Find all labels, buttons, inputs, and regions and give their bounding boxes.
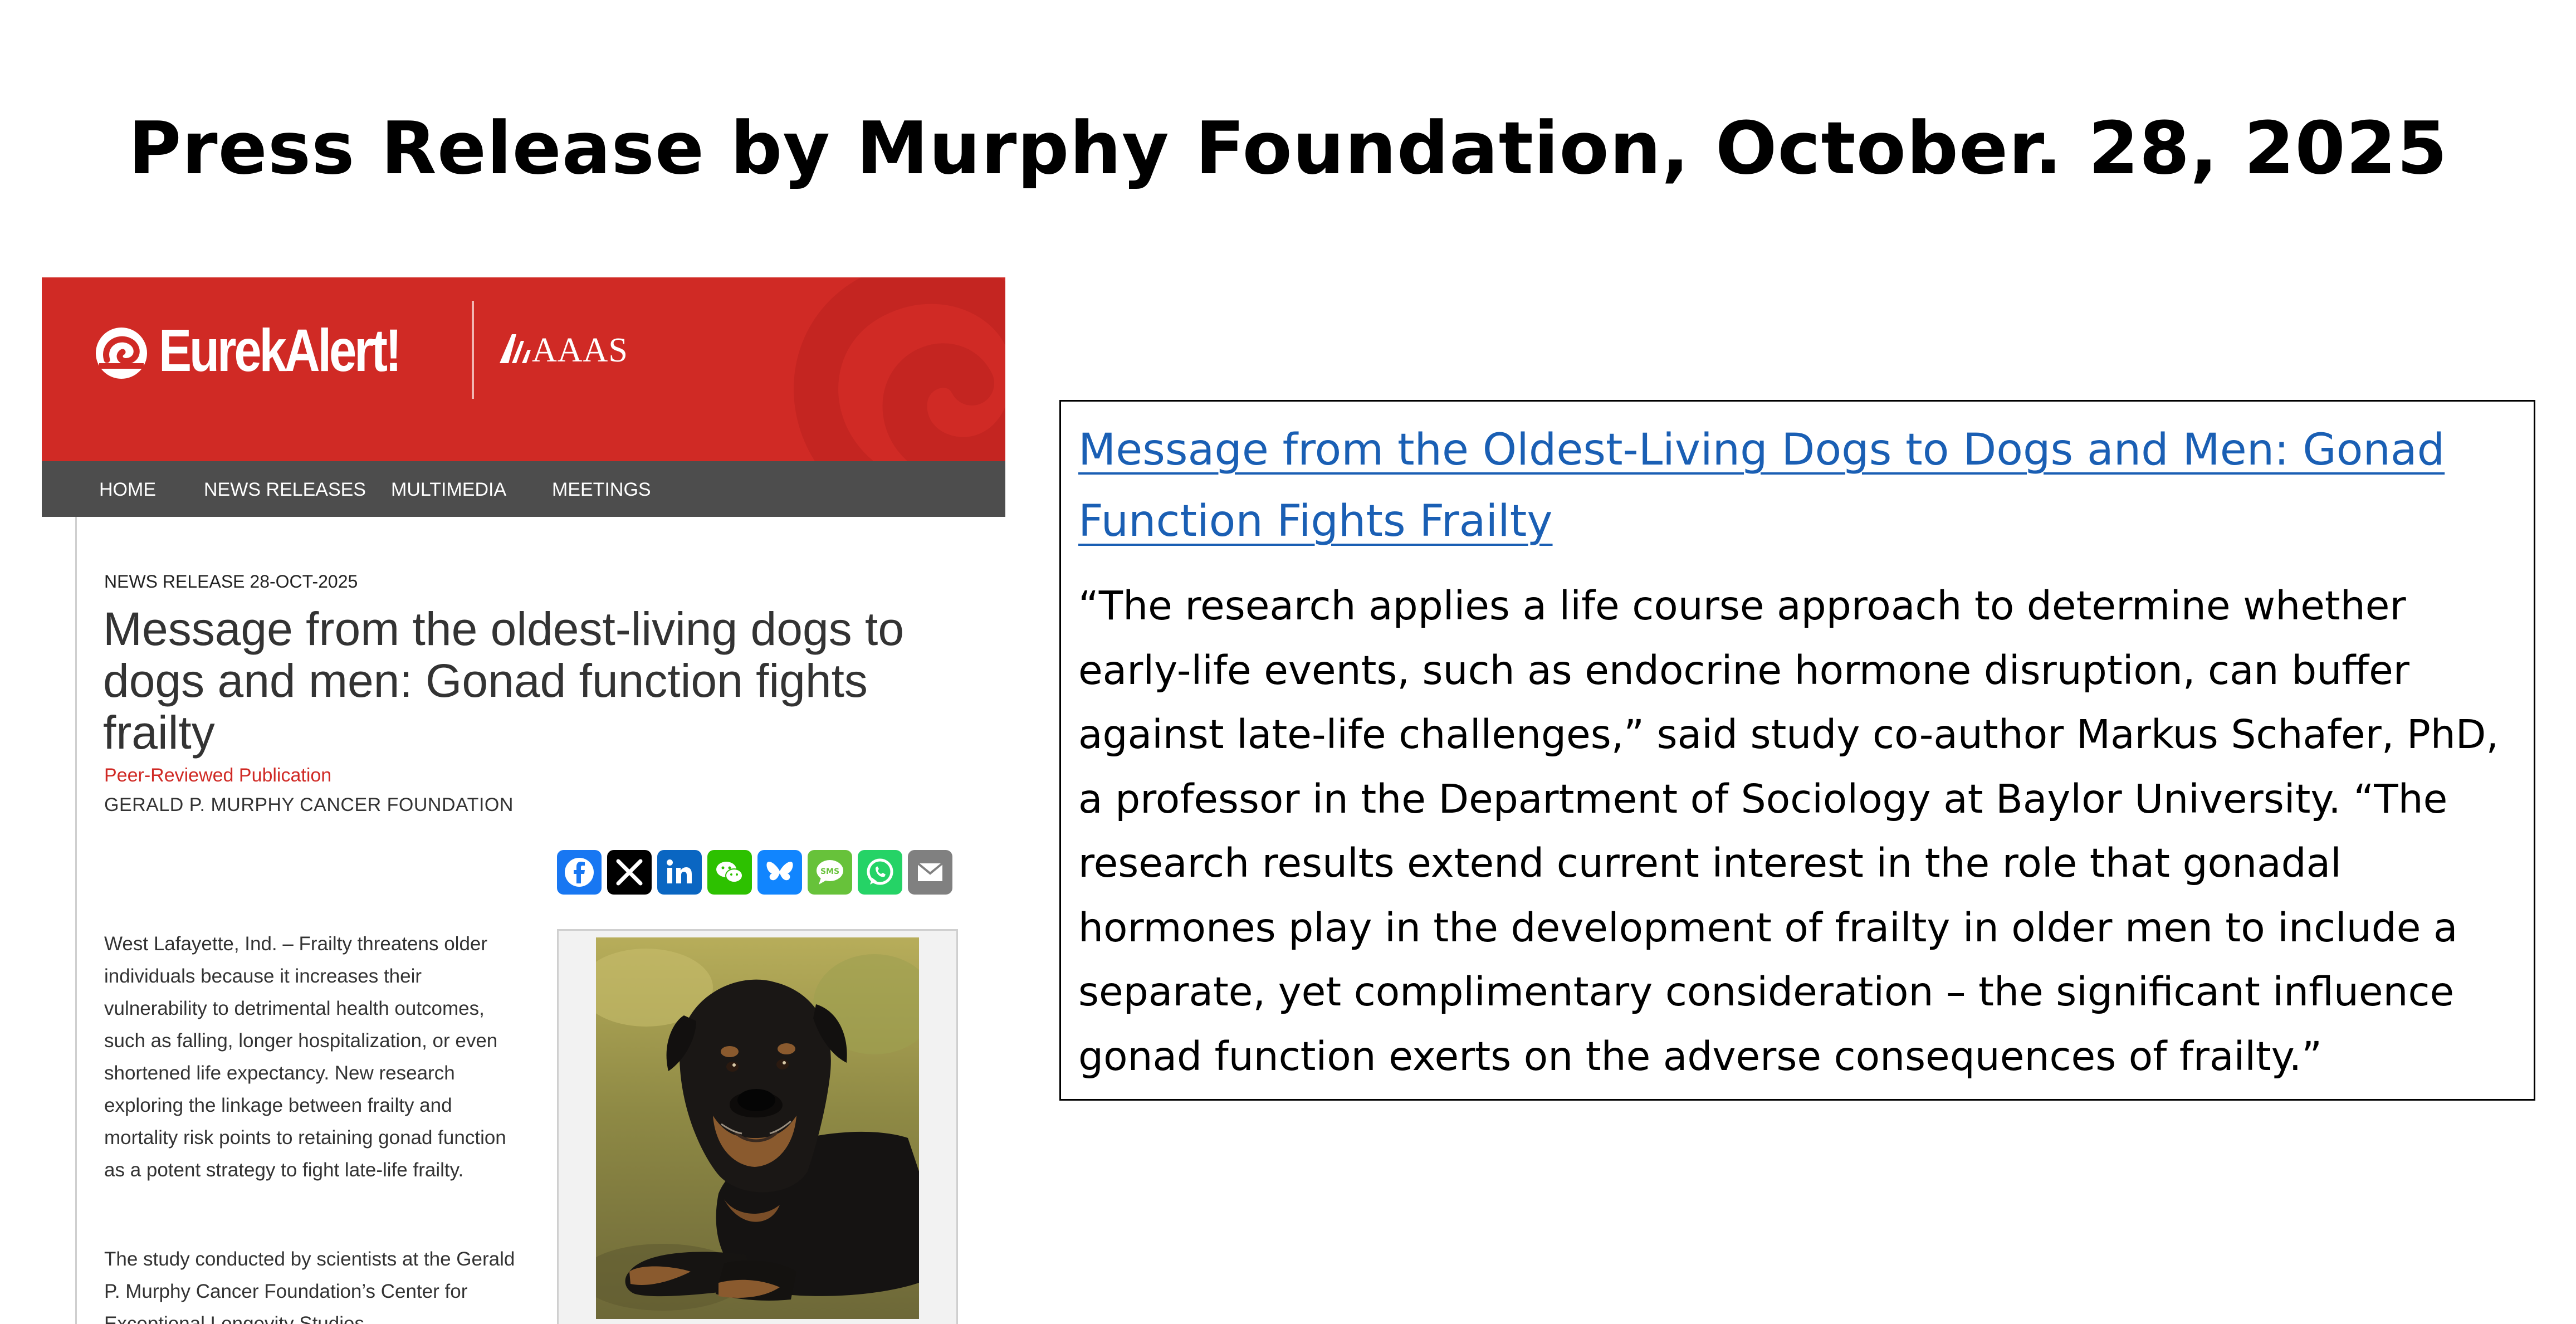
aaas-logo[interactable]: AAAS (532, 331, 628, 370)
eurekalert-screenshot: EurekAlert! AAAS HOME NEWS RELEASES MULT… (42, 277, 1005, 1324)
site-logo[interactable]: EurekAlert! (159, 315, 402, 385)
article-paragraph-1: West Lafayette, Ind. – Frailty threatens… (104, 933, 506, 1181)
aaas-logo-icon[interactable] (500, 333, 531, 364)
organization-label[interactable]: GERALD P. MURPHY CANCER FOUNDATION (104, 794, 514, 816)
nav-news-releases[interactable]: NEWS RELEASES (204, 479, 366, 501)
article-title: Message from the oldest-living dogs to d… (103, 603, 905, 759)
dog-photo[interactable] (596, 937, 919, 1319)
nav-meetings[interactable]: MEETINGS (552, 479, 651, 501)
bluesky-icon[interactable] (757, 850, 802, 895)
nav-home[interactable]: HOME (99, 479, 156, 501)
facebook-icon[interactable] (557, 850, 602, 895)
site-nav: HOME NEWS RELEASES MULTIMEDIA MEETINGS (42, 461, 1005, 517)
svg-text:SMS: SMS (820, 867, 839, 876)
sms-icon[interactable]: SMS (808, 850, 852, 895)
site-header: EurekAlert! AAAS (42, 277, 1005, 461)
email-icon[interactable] (908, 850, 952, 895)
x-icon[interactable] (607, 850, 652, 895)
eurekalert-logo-icon[interactable] (95, 326, 148, 380)
wechat-icon[interactable] (707, 850, 752, 895)
quote-text: “The research applies a life course appr… (1078, 583, 2499, 1079)
whatsapp-icon[interactable] (858, 850, 902, 895)
logo-divider (472, 301, 474, 399)
article-link[interactable]: Message from the Oldest-Living Dogs to D… (1078, 414, 2504, 557)
release-date: NEWS RELEASE 28-OCT-2025 (104, 571, 358, 592)
slide-title: Press Release by Murphy Foundation, Octo… (128, 106, 2448, 190)
peer-reviewed-label[interactable]: Peer-Reviewed Publication (104, 765, 331, 786)
article-paragraph-2: The study conducted by scientists at the… (104, 1248, 515, 1324)
linkedin-icon[interactable] (657, 850, 702, 895)
swirl-decoration (794, 277, 1005, 461)
nav-multimedia[interactable]: MULTIMEDIA (391, 479, 506, 501)
